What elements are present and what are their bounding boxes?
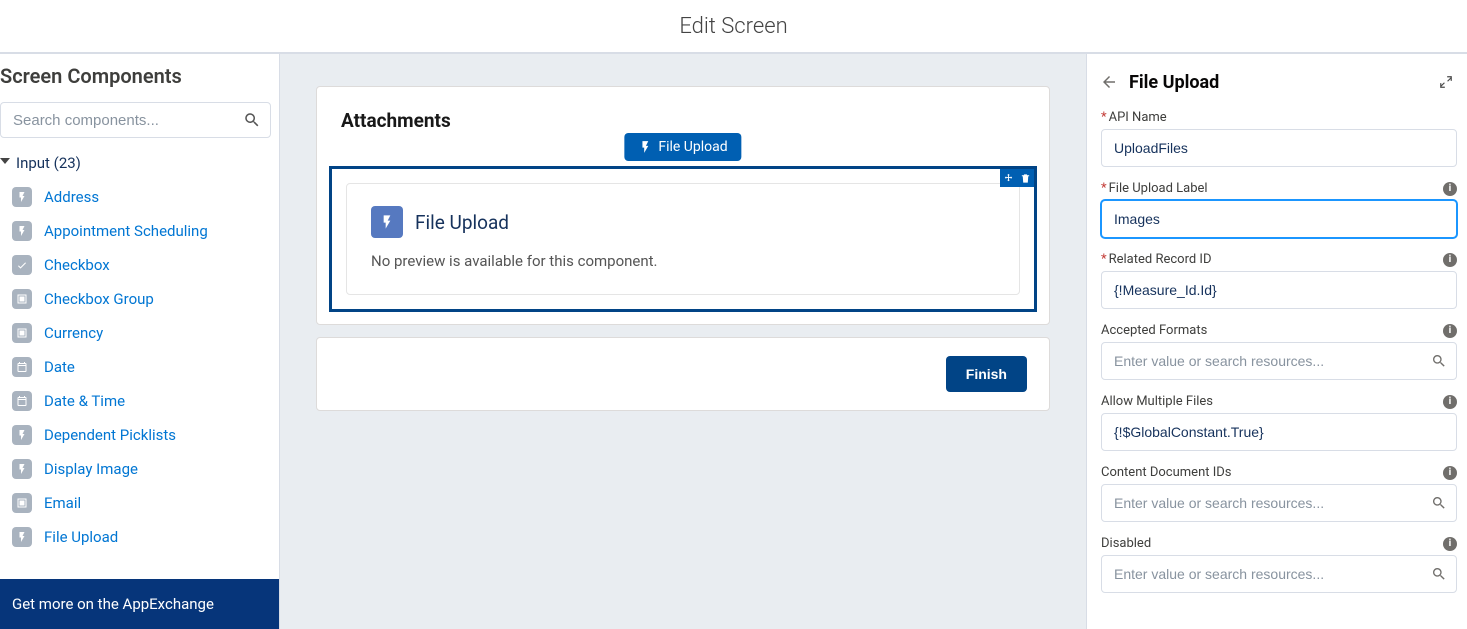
square-icon	[12, 323, 32, 343]
component-item-label: Checkbox	[44, 256, 110, 274]
required-indicator: *	[1101, 110, 1107, 125]
component-item-label: Display Image	[44, 460, 138, 478]
left-panel-title: Screen Components	[0, 54, 279, 102]
component-item-label: File Upload	[44, 528, 118, 546]
property-field: *Related Record IDi	[1101, 252, 1457, 309]
component-item-label: Date	[44, 358, 75, 376]
property-label: File Upload Label	[1109, 181, 1443, 196]
selected-component[interactable]: File Upload No preview is available for …	[329, 166, 1037, 312]
component-item-label: Date & Time	[44, 392, 125, 410]
component-item[interactable]: Checkbox Group	[0, 282, 279, 316]
section-input-toggle[interactable]: Input (23)	[0, 148, 279, 180]
bolt-icon	[638, 140, 652, 154]
property-label: Accepted Formats	[1101, 323, 1443, 338]
property-input[interactable]	[1101, 271, 1457, 309]
move-icon	[1003, 173, 1014, 184]
component-item[interactable]: Display Image	[0, 452, 279, 486]
required-indicator: *	[1101, 252, 1107, 267]
property-input[interactable]	[1101, 484, 1457, 522]
move-component-button[interactable]	[1000, 169, 1017, 187]
component-item-label: Email	[44, 494, 81, 512]
appexchange-link[interactable]: Get more on the AppExchange	[0, 579, 279, 629]
chevron-down-icon	[0, 158, 10, 168]
component-item[interactable]: Appointment Scheduling	[0, 214, 279, 248]
component-description: No preview is available for this compone…	[371, 252, 995, 270]
arrow-left-icon	[1100, 73, 1118, 91]
bolt-icon	[12, 459, 32, 479]
bolt-icon	[12, 221, 32, 241]
canvas-area: Attachments File Upload File Upload	[280, 54, 1087, 629]
component-item[interactable]: Address	[0, 180, 279, 214]
required-indicator: *	[1101, 181, 1107, 196]
bolt-icon	[12, 187, 32, 207]
search-input[interactable]	[0, 102, 271, 138]
expand-panel-button[interactable]	[1439, 75, 1453, 89]
search-icon	[1431, 566, 1447, 582]
check-icon	[12, 255, 32, 275]
component-item-label: Checkbox Group	[44, 290, 154, 308]
component-icon	[371, 206, 403, 238]
properties-scroll[interactable]: *API Name*File Upload Labeli*Related Rec…	[1087, 110, 1467, 629]
component-item[interactable]: Date & Time	[0, 384, 279, 418]
search-icon	[243, 111, 261, 129]
search-icon	[1431, 495, 1447, 511]
calendar-icon	[12, 391, 32, 411]
component-badge: File Upload	[624, 133, 741, 161]
page-title: Edit Screen	[0, 0, 1467, 54]
property-field: Allow Multiple Filesi	[1101, 394, 1457, 451]
info-icon[interactable]: i	[1443, 324, 1457, 338]
info-icon[interactable]: i	[1443, 395, 1457, 409]
property-input[interactable]	[1101, 342, 1457, 380]
component-item-label: Dependent Picklists	[44, 426, 176, 444]
finish-button[interactable]: Finish	[946, 356, 1027, 392]
bolt-icon	[379, 214, 395, 230]
expand-icon	[1439, 75, 1453, 89]
delete-component-button[interactable]	[1017, 169, 1034, 187]
property-field: Accepted Formatsi	[1101, 323, 1457, 380]
back-button[interactable]	[1095, 68, 1123, 96]
property-field: Disabledi	[1101, 536, 1457, 593]
component-list-scroll[interactable]: Input (23) Address Appointment Scheduling…	[0, 148, 279, 579]
property-field: Content Document IDsi	[1101, 465, 1457, 522]
component-item-label: Appointment Scheduling	[44, 222, 208, 240]
component-item-label: Currency	[44, 324, 103, 342]
property-input[interactable]	[1101, 200, 1457, 238]
property-input[interactable]	[1101, 555, 1457, 593]
component-item[interactable]: File Upload	[0, 520, 279, 554]
property-input[interactable]	[1101, 413, 1457, 451]
search-icon	[1431, 353, 1447, 369]
component-item[interactable]: Currency	[0, 316, 279, 350]
info-icon[interactable]: i	[1443, 466, 1457, 480]
square-icon	[12, 289, 32, 309]
properties-title: File Upload	[1129, 72, 1439, 93]
section-label: Input (23)	[16, 154, 81, 172]
property-field: *File Upload Labeli	[1101, 181, 1457, 238]
component-item[interactable]: Checkbox	[0, 248, 279, 282]
property-label: API Name	[1109, 110, 1457, 125]
trash-icon	[1020, 173, 1031, 184]
calendar-icon	[12, 357, 32, 377]
info-icon[interactable]: i	[1443, 537, 1457, 551]
property-label: Content Document IDs	[1101, 465, 1443, 480]
bolt-icon	[12, 527, 32, 547]
component-item[interactable]: Date	[0, 350, 279, 384]
bolt-icon	[12, 425, 32, 445]
component-item-label: Address	[44, 188, 99, 206]
component-item[interactable]: Dependent Picklists	[0, 418, 279, 452]
property-input[interactable]	[1101, 129, 1457, 167]
square-icon	[12, 493, 32, 513]
component-item[interactable]: Email	[0, 486, 279, 520]
property-label: Related Record ID	[1109, 252, 1443, 267]
property-label: Disabled	[1101, 536, 1443, 551]
property-field: *API Name	[1101, 110, 1457, 167]
property-label: Allow Multiple Files	[1101, 394, 1443, 409]
info-icon[interactable]: i	[1443, 253, 1457, 267]
info-icon[interactable]: i	[1443, 182, 1457, 196]
component-title: File Upload	[415, 211, 509, 234]
